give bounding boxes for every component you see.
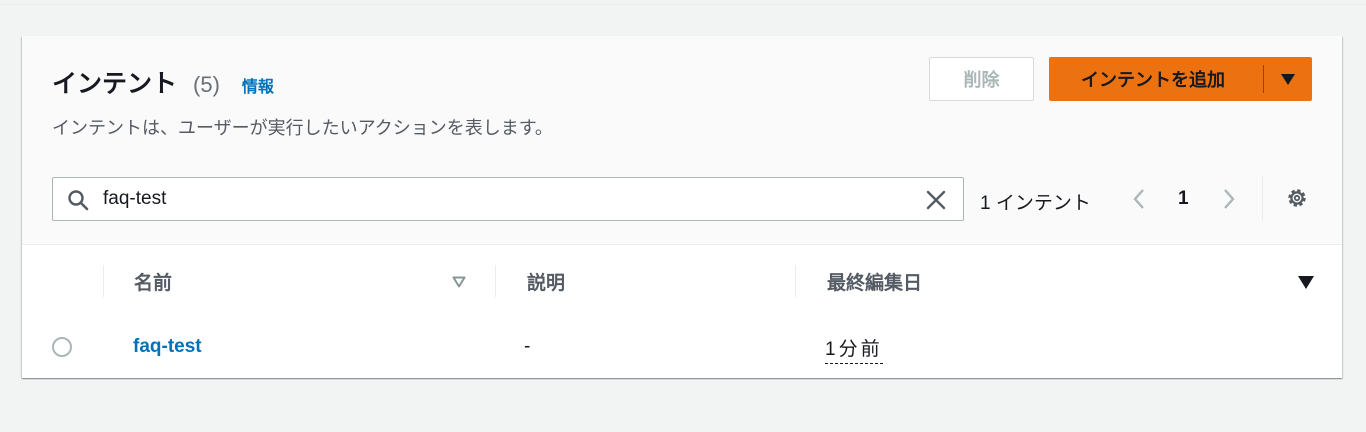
intents-panel: インテント (5) 情報 インテントは、ユーザーが実行したいアクションを表します… xyxy=(22,36,1342,378)
table-row: faq-test - 1分前 xyxy=(22,318,1342,378)
top-divider xyxy=(0,4,1366,5)
add-intent-label: インテントを追加 xyxy=(1081,70,1225,90)
intent-description: - xyxy=(524,336,531,357)
gear-icon[interactable] xyxy=(1285,186,1309,210)
panel-description: インテントは、ユーザーが実行したいアクションを表します。 xyxy=(52,118,553,138)
intent-count: (5) xyxy=(193,72,220,97)
row-select-radio[interactable] xyxy=(52,337,72,357)
sort-descending-icon[interactable] xyxy=(1298,276,1314,289)
column-divider xyxy=(495,265,496,297)
search-field[interactable] xyxy=(52,177,964,221)
clear-icon[interactable] xyxy=(926,190,946,210)
column-header-name[interactable]: 名前 xyxy=(134,245,172,317)
sort-icon[interactable] xyxy=(452,276,466,288)
result-count: 1 インテント xyxy=(980,193,1091,214)
chevron-right-icon[interactable] xyxy=(1222,188,1236,210)
title-row: インテント (5) 情報 xyxy=(52,64,274,100)
add-intent-button[interactable]: インテントを追加 xyxy=(1049,57,1312,101)
caret-down-icon[interactable] xyxy=(1264,73,1311,85)
delete-button[interactable]: 削除 xyxy=(929,57,1034,101)
panel-header: インテント (5) 情報 インテントは、ユーザーが実行したいアクションを表します… xyxy=(22,36,1342,245)
column-divider xyxy=(795,265,796,297)
search-icon xyxy=(68,190,89,211)
search-input[interactable] xyxy=(103,178,903,220)
info-link[interactable]: 情報 xyxy=(242,73,274,97)
column-divider xyxy=(103,265,104,297)
pager-divider xyxy=(1262,176,1263,220)
intent-name-link[interactable]: faq-test xyxy=(133,336,202,358)
chevron-left-icon[interactable] xyxy=(1132,188,1146,210)
current-page[interactable]: 1 xyxy=(1178,188,1189,210)
panel-title: インテント xyxy=(52,70,178,98)
last-edited-time: 1分前 xyxy=(825,334,883,364)
column-header-description: 説明 xyxy=(527,272,566,294)
column-header-last-edited[interactable]: 最終編集日 xyxy=(827,245,922,317)
